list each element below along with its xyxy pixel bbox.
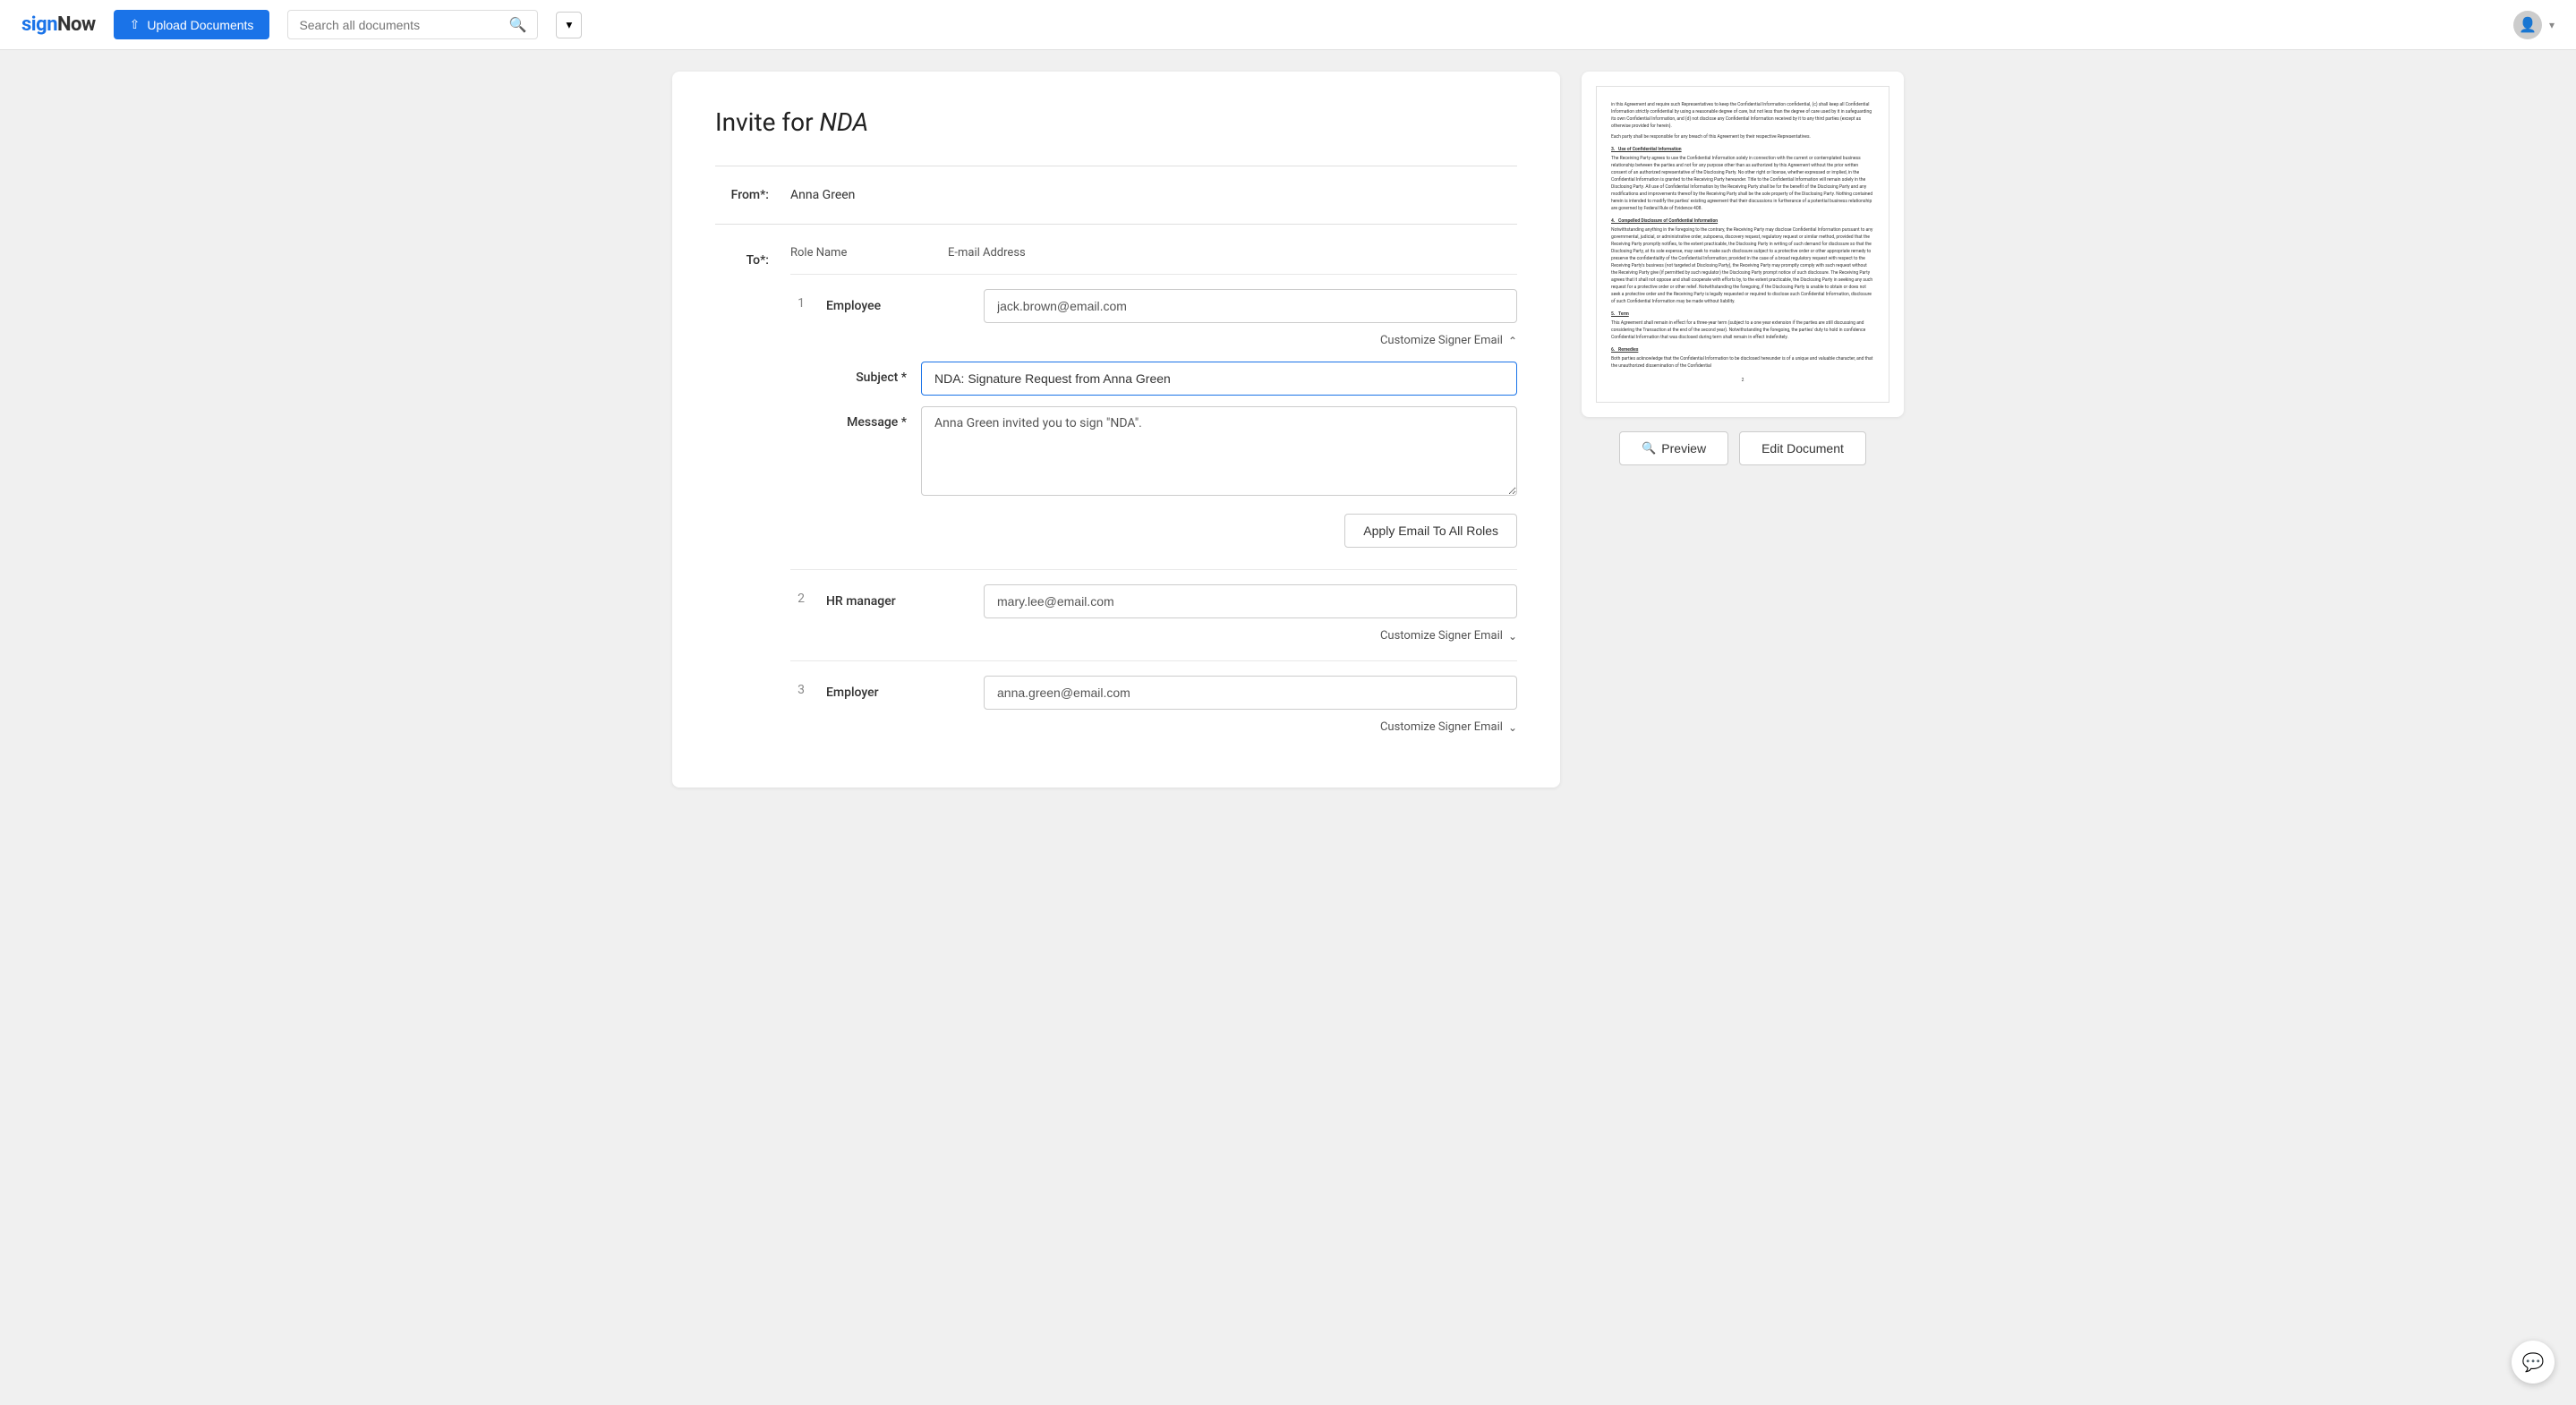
role-row-1: Employee [826, 289, 1517, 323]
edit-document-label: Edit Document [1761, 441, 1844, 456]
role-name-3: Employer [826, 685, 969, 700]
divider-from [715, 224, 1517, 225]
avatar-icon: 👤 [2519, 16, 2537, 33]
main-layout: Invite for NDA From*: Anna Green To*: Ro… [644, 50, 1932, 809]
chevron-down-icon-3: ⌄ [1508, 721, 1517, 734]
customize-signer-1-toggle[interactable]: Customize Signer Email ⌃ [826, 330, 1517, 351]
preview-icon: 🔍 [1642, 441, 1656, 456]
from-value: Anna Green [790, 188, 855, 202]
hr-manager-email-input[interactable] [984, 584, 1517, 618]
upload-button-label: Upload Documents [147, 18, 253, 32]
edit-document-button[interactable]: Edit Document [1739, 431, 1866, 465]
doc-page-number: 2 [1611, 377, 1874, 384]
doc-section-3: 3. Use of Confidential Information [1611, 146, 1874, 153]
employee-email-input[interactable] [984, 289, 1517, 323]
customize-label-1: Customize Signer Email [1380, 334, 1503, 347]
doc-preview: in this Agreement and require such Repre… [1582, 72, 1904, 417]
search-container: 🔍 [287, 10, 538, 39]
customize-signer-2-toggle[interactable]: Customize Signer Email ⌄ [826, 626, 1517, 646]
role-row-2: HR manager [826, 584, 1517, 618]
to-content: Role Name E-mail Address 1 Employee Cust… [790, 246, 1517, 752]
upload-icon: ⇧ [130, 17, 141, 32]
customize-label-2: Customize Signer Email [1380, 629, 1503, 643]
message-label: Message * [826, 406, 907, 430]
chat-bubble[interactable]: 💬 [2512, 1341, 2555, 1384]
header-right: 👤 ▾ [2513, 11, 2555, 39]
subject-row: Subject * [826, 362, 1517, 396]
step-content-1: Employee Customize Signer Email ⌃ Subjec… [826, 289, 1517, 555]
dropdown-button[interactable]: ▾ [556, 12, 582, 38]
search-input[interactable] [299, 18, 501, 32]
step-content-3: Employer Customize Signer Email ⌄ [826, 676, 1517, 737]
customize-label-3: Customize Signer Email [1380, 720, 1503, 734]
from-label: From*: [715, 188, 769, 202]
to-label: To*: [715, 246, 769, 752]
form-panel: Invite for NDA From*: Anna Green To*: Ro… [672, 72, 1560, 788]
employer-email-input[interactable] [984, 676, 1517, 710]
doc-section-4: 4. Compelled Disclosure of Confidential … [1611, 217, 1874, 225]
avatar[interactable]: 👤 [2513, 11, 2542, 39]
doc-line-6: Both parties acknowledge that the Confid… [1611, 355, 1874, 370]
role-name-1: Employee [826, 299, 969, 313]
subject-label: Subject * [826, 362, 907, 385]
step-block-3: 3 Employer Customize Signer Email ⌄ [790, 660, 1517, 752]
chevron-down-icon: ▾ [566, 18, 572, 31]
customize-expanded-1: Subject * Message * Anna Green invited y… [826, 351, 1517, 555]
step-block-2: 2 HR manager Customize Signer Email ⌄ [790, 569, 1517, 660]
chat-icon: 💬 [2522, 1351, 2545, 1373]
doc-line-1: in this Agreement and require such Repre… [1611, 101, 1874, 130]
doc-line-5: This Agreement shall remain in effect fo… [1611, 319, 1874, 341]
apply-email-to-all-roles-button[interactable]: Apply Email To All Roles [1344, 514, 1517, 548]
step-number-1: 1 [790, 289, 812, 311]
logo-now: Now [57, 13, 96, 36]
message-textarea[interactable]: Anna Green invited you to sign "NDA". [921, 406, 1517, 496]
step-number-3: 3 [790, 676, 812, 697]
message-row: Message * Anna Green invited you to sign… [826, 406, 1517, 496]
table-header: Role Name E-mail Address [790, 246, 1517, 267]
subject-input[interactable] [921, 362, 1517, 396]
logo-sign: sign [21, 13, 57, 36]
header: signNow ⇧ Upload Documents 🔍 ▾ 👤 ▾ [0, 0, 2576, 50]
preview-actions: 🔍 Preview Edit Document [1582, 431, 1904, 465]
from-row: From*: Anna Green [715, 188, 1517, 202]
to-section: To*: Role Name E-mail Address 1 Employee [715, 246, 1517, 752]
chevron-down-icon-2: ⌄ [1508, 630, 1517, 643]
preview-button-label: Preview [1661, 441, 1706, 456]
doc-section-5: 5. Term [1611, 311, 1874, 318]
chevron-up-icon-1: ⌃ [1508, 335, 1517, 347]
role-name-2: HR manager [826, 594, 969, 609]
step-block-1: 1 Employee Customize Signer Email ⌃ [790, 274, 1517, 569]
col-header-email: E-mail Address [948, 246, 1517, 260]
doc-line-3: The Receiving Party agrees to use the Co… [1611, 155, 1874, 212]
doc-line-2: Each party shall be responsible for any … [1611, 133, 1874, 140]
step-content-2: HR manager Customize Signer Email ⌄ [826, 584, 1517, 646]
doc-page: in this Agreement and require such Repre… [1596, 86, 1889, 403]
doc-line-4: Notwithstanding anything in the foregoin… [1611, 226, 1874, 305]
search-icon: 🔍 [509, 16, 527, 33]
preview-button[interactable]: 🔍 Preview [1619, 431, 1728, 465]
doc-section-6: 6. Remedies [1611, 346, 1874, 353]
logo[interactable]: signNow [21, 13, 96, 36]
upload-documents-button[interactable]: ⇧ Upload Documents [114, 10, 270, 39]
page-title: Invite for NDA [715, 107, 1517, 137]
customize-signer-3-toggle[interactable]: Customize Signer Email ⌄ [826, 717, 1517, 737]
right-panel: in this Agreement and require such Repre… [1582, 72, 1904, 788]
role-row-3: Employer [826, 676, 1517, 710]
col-header-role: Role Name [790, 246, 934, 260]
user-dropdown-icon[interactable]: ▾ [2549, 19, 2555, 31]
step-number-2: 2 [790, 584, 812, 606]
apply-btn-container: Apply Email To All Roles [826, 507, 1517, 548]
